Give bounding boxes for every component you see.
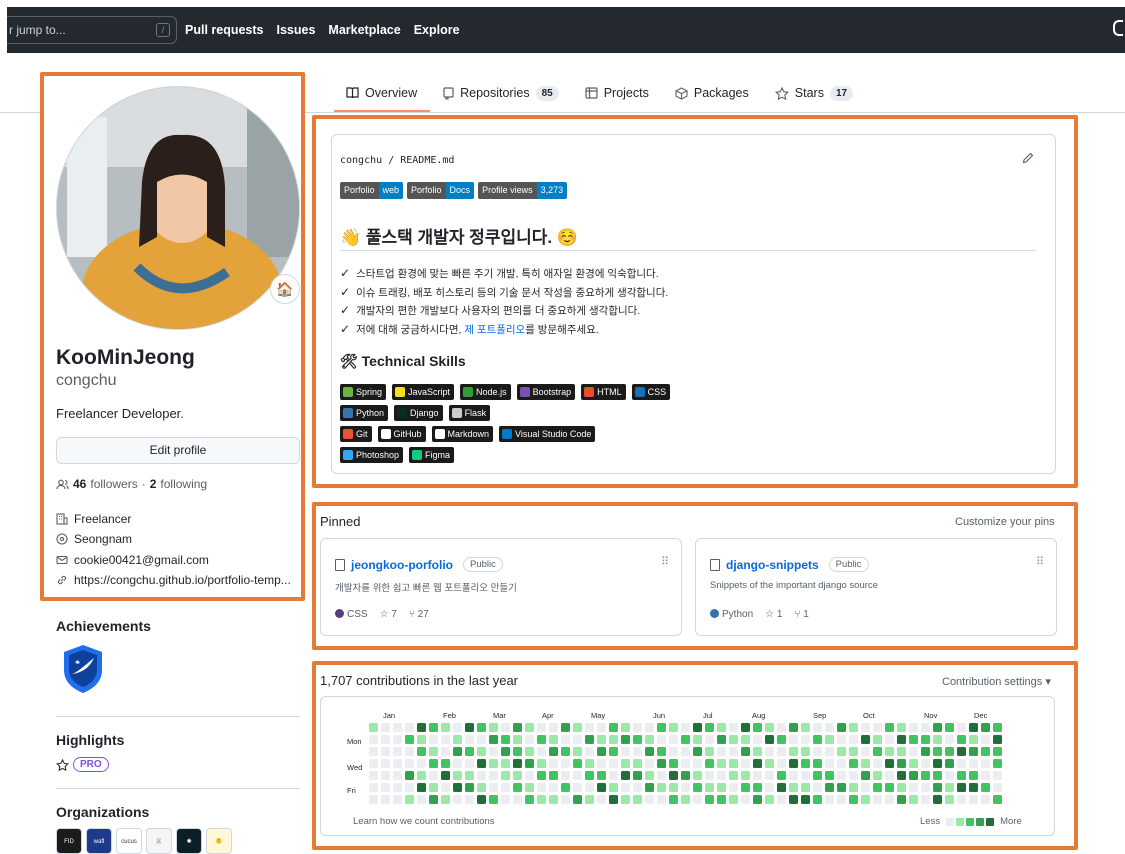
sidebar-divider <box>56 788 300 789</box>
nav-issues[interactable]: Issues <box>277 23 316 37</box>
tab-label: Repositories <box>460 86 530 100</box>
organization-avatar[interactable]: 🐥 <box>206 828 232 854</box>
achievement-badge-icon[interactable] <box>62 644 104 694</box>
nav-marketplace[interactable]: Marketplace <box>328 23 400 37</box>
profile-tabs: Overview Repositories 85 Projects Packag… <box>346 80 879 110</box>
book-icon <box>346 87 359 99</box>
tab-label: Projects <box>603 86 649 100</box>
tabs-divider <box>305 112 1125 113</box>
tab-packages[interactable]: Packages <box>675 80 749 106</box>
nav-explore[interactable]: Explore <box>414 23 460 37</box>
achievements-heading: Achievements <box>56 618 151 634</box>
search-placeholder: r jump to... <box>9 23 66 37</box>
package-icon <box>675 86 688 100</box>
global-nav: Pull requests Issues Marketplace Explore <box>185 7 460 53</box>
sidebar-divider <box>56 716 300 717</box>
repo-icon <box>443 86 454 100</box>
tab-overview[interactable]: Overview <box>346 80 417 106</box>
star-icon <box>56 758 69 771</box>
highlight-box-readme <box>312 115 1078 488</box>
stars-count-badge: 17 <box>829 85 854 101</box>
repo-count-badge: 85 <box>535 85 559 101</box>
tab-stars[interactable]: Stars 17 <box>774 80 854 106</box>
highlight-pro: PRO <box>56 757 109 772</box>
left-divider <box>0 112 40 113</box>
highlight-box-pinned <box>312 502 1078 650</box>
project-icon <box>585 87 598 99</box>
tab-repositories[interactable]: Repositories 85 <box>443 80 559 106</box>
highlight-box-profile <box>40 72 305 601</box>
search-input[interactable]: r jump to... / <box>7 16 177 44</box>
star-icon <box>774 86 789 100</box>
notification-bell-icon[interactable] <box>1113 20 1123 36</box>
tab-label: Packages <box>693 86 749 100</box>
highlights-heading: Highlights <box>56 732 125 748</box>
organizations-heading: Organizations <box>56 804 150 820</box>
organizations-list: FID wafl cucus 🐰 ✺ 🐥 <box>56 828 232 854</box>
organization-avatar[interactable]: cucus <box>116 828 142 854</box>
tab-label: Stars <box>794 86 824 100</box>
nav-pull-requests[interactable]: Pull requests <box>185 23 264 37</box>
organization-avatar[interactable]: ✺ <box>176 828 202 854</box>
slash-key-hint: / <box>156 23 170 37</box>
top-navbar: r jump to... / Pull requests Issues Mark… <box>7 7 1125 53</box>
pro-badge: PRO <box>73 757 109 772</box>
tab-label: Overview <box>365 86 418 100</box>
organization-avatar[interactable]: wafl <box>86 828 112 854</box>
organization-avatar[interactable]: 🐰 <box>146 828 172 854</box>
organization-avatar[interactable]: FID <box>56 828 82 854</box>
tab-projects[interactable]: Projects <box>585 80 649 106</box>
highlight-box-contributions <box>312 661 1078 850</box>
